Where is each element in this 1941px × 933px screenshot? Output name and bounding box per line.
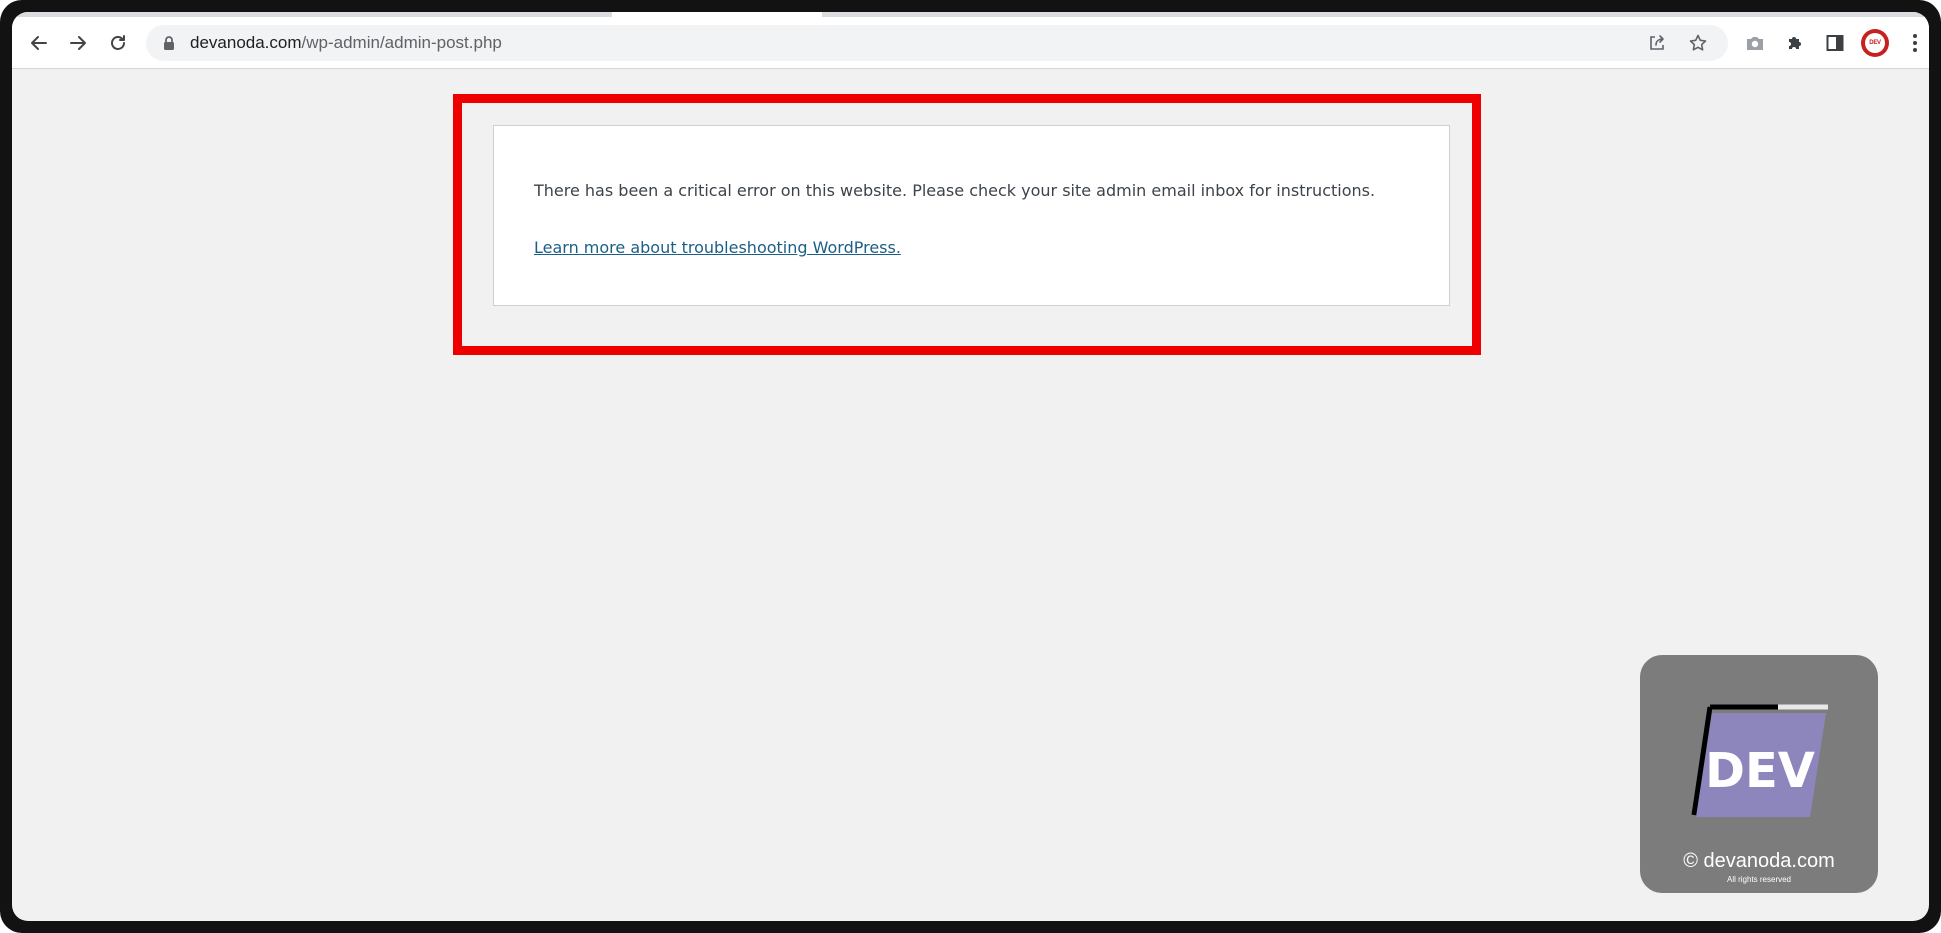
lock-icon[interactable] (162, 35, 176, 56)
profile-avatar[interactable]: DEV (1861, 29, 1889, 57)
forward-button[interactable] (62, 27, 94, 59)
back-arrow-icon (29, 33, 49, 53)
url-text[interactable]: devanoda.com/wp-admin/admin-post.php (190, 25, 502, 61)
wp-error-card: There has been a critical error on this … (493, 125, 1450, 306)
star-icon[interactable] (1688, 33, 1708, 58)
watermark-rights: All rights reserved (1726, 875, 1792, 884)
share-icon[interactable] (1647, 33, 1667, 58)
device-frame: devanoda.com/wp-admin/admin-post.php DEV (0, 0, 1941, 933)
address-bar[interactable]: devanoda.com/wp-admin/admin-post.php (146, 25, 1728, 61)
side-panel-icon[interactable] (1823, 31, 1847, 55)
url-domain: devanoda.com (190, 33, 302, 52)
devanoda-watermark: DEV © devanoda.com All rights reserved (1640, 655, 1878, 893)
critical-error-message: There has been a critical error on this … (534, 181, 1376, 200)
dev-logo-mini: DEV (1865, 33, 1885, 53)
reload-button[interactable] (102, 27, 134, 59)
browser-window: devanoda.com/wp-admin/admin-post.php DEV (12, 12, 1929, 921)
watermark-copyright: © devanoda.com (1683, 850, 1835, 872)
url-path: /wp-admin/admin-post.php (301, 33, 502, 52)
back-button[interactable] (23, 27, 55, 59)
reload-icon (108, 33, 128, 53)
browser-toolbar: devanoda.com/wp-admin/admin-post.php DEV (12, 17, 1929, 69)
camera-icon[interactable] (1743, 31, 1767, 55)
forward-arrow-icon (68, 33, 88, 53)
troubleshooting-link[interactable]: Learn more about troubleshooting WordPre… (534, 238, 901, 257)
dev-logo-text: DEV (1705, 743, 1815, 799)
extensions-icon[interactable] (1783, 31, 1807, 55)
dev-logo: DEV (1691, 704, 1828, 817)
more-menu-icon[interactable] (1903, 31, 1927, 55)
